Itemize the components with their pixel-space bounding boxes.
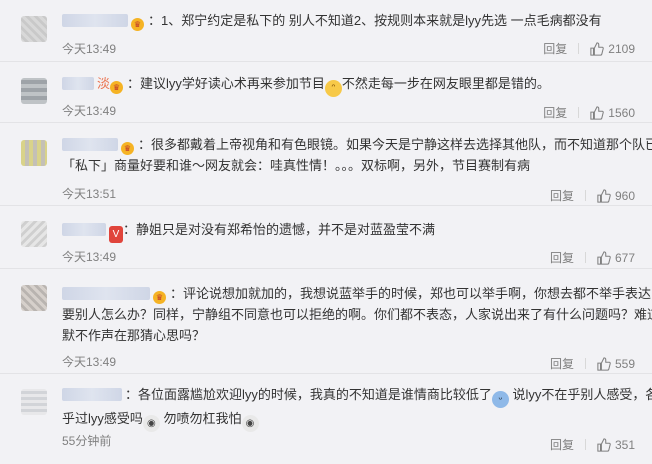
scared-emoji-icon: ◉ (142, 415, 160, 432)
comment-text: V ：静姐只是对没有郑希怡的遗憾，并不是对蓝盈莹不满 (62, 219, 642, 243)
crown-icon: ♛ (153, 291, 166, 304)
divider (584, 358, 586, 369)
thinking-emoji-icon: ᵕ (491, 391, 509, 408)
comment-text: ♛ ：很多都戴着上帝视角和有色眼镜。如果今天是宁静这样去选择其他队，而不知道那个队… (62, 137, 652, 173)
crown-icon: ♛ (131, 18, 144, 31)
divider (578, 107, 580, 118)
thumb-up-icon (597, 356, 611, 371)
timestamp: 今天13:49 (62, 104, 117, 118)
avatar[interactable] (21, 221, 47, 247)
comment-actions: 回复 960 (550, 187, 635, 204)
divider (584, 439, 586, 450)
crown-icon: ♛ (121, 142, 134, 155)
timestamp: 55分钟前 (62, 434, 112, 448)
avatar[interactable] (21, 389, 47, 415)
username[interactable] (62, 77, 94, 90)
timestamp: 今天13:49 (62, 42, 117, 56)
thumb-up-icon (590, 105, 605, 120)
like-button[interactable]: 677 (597, 251, 635, 265)
comment-item: V ：静姐只是对没有郑希怡的遗憾，并不是对蓝盈莹不满 今天13:49 回复 677 (0, 206, 652, 269)
comment-list: ♛ ：1、郑宁约定是私下的 别人不知道2、按规则本来就是lyy先选 一点毛病都没有… (0, 0, 652, 464)
like-button[interactable]: 960 (597, 189, 635, 203)
comment-text: ：各位面露尴尬欢迎lyy的时候，我真的不知道是谁情商比较低了 ᵕ 说lyy不在乎别… (62, 384, 652, 432)
comment-text: ♛ ：1、郑宁约定是私下的 别人不知道2、按规则本来就是lyy先选 一点毛病都没有 (62, 10, 642, 31)
username[interactable] (62, 287, 150, 300)
comment-text: ♛ ：评论说想加就加的，我想说蓝举手的时候，郑也可以举手啊，你想去都不举手表达 要… (62, 286, 652, 343)
comment-item: ♛ ：1、郑宁约定是私下的 别人不知道2、按规则本来就是lyy先选 一点毛病都没有… (0, 0, 652, 62)
like-button[interactable]: 2109 (590, 42, 635, 56)
comment-item: ♛ ：评论说想加就加的，我想说蓝举手的时候，郑也可以举手啊，你想去都不举手表达 要… (0, 269, 652, 374)
comment-actions: 回复 677 (550, 249, 635, 266)
timestamp: 今天13:51 (62, 187, 117, 201)
username[interactable] (62, 14, 128, 27)
like-count: 559 (614, 356, 635, 371)
reply-button[interactable]: 回复 (543, 40, 567, 57)
username[interactable] (62, 138, 118, 151)
thumb-up-icon (597, 437, 611, 452)
comment-actions: 回复 351 (550, 436, 635, 453)
timestamp: 今天13:49 (62, 355, 117, 369)
comment-actions: 回复 2109 (543, 40, 635, 57)
comment-item: ♛ ：很多都戴着上帝视角和有色眼镜。如果今天是宁静这样去选择其他队，而不知道那个队… (0, 123, 652, 206)
reply-button[interactable]: 回复 (543, 104, 567, 121)
like-count: 351 (614, 437, 635, 452)
comment-actions: 回复 1560 (543, 104, 635, 121)
avatar[interactable] (21, 140, 47, 166)
thumb-up-icon (597, 250, 611, 265)
like-button[interactable]: 1560 (590, 106, 635, 120)
thumb-up-icon (597, 188, 611, 203)
avatar[interactable] (21, 285, 47, 311)
comment-text: 淡 ♛ ：建议lyy学好读心术再来参加节目 ᵔ 不然走每一步在网友眼里都是错的。 (62, 73, 642, 97)
thumb-up-icon (590, 41, 605, 56)
divider (584, 190, 586, 201)
like-count: 2109 (608, 41, 635, 56)
badge-icon: V (109, 226, 123, 243)
like-count: 677 (614, 250, 635, 265)
timestamp: 今天13:49 (62, 250, 117, 264)
username[interactable] (62, 388, 122, 401)
like-button[interactable]: 559 (597, 357, 635, 371)
reply-button[interactable]: 回复 (550, 187, 574, 204)
comment-item: ：各位面露尴尬欢迎lyy的时候，我真的不知道是谁情商比较低了 ᵕ 说lyy不在乎别… (0, 374, 652, 464)
divider (584, 252, 586, 263)
sweat-smile-emoji-icon: ᵔ (324, 80, 342, 97)
comment-item: 淡 ♛ ：建议lyy学好读心术再来参加节目 ᵔ 不然走每一步在网友眼里都是错的。 今天1… (0, 62, 652, 123)
comment-actions: 回复 559 (550, 355, 635, 372)
like-button[interactable]: 351 (597, 438, 635, 452)
avatar[interactable] (21, 16, 47, 42)
like-count: 960 (614, 188, 635, 203)
like-count: 1560 (608, 105, 635, 120)
crown-icon: ♛ (110, 81, 124, 94)
avatar[interactable] (21, 78, 47, 104)
scared-emoji-icon: ◉ (241, 415, 259, 432)
divider (578, 43, 580, 54)
reply-button[interactable]: 回复 (550, 355, 574, 372)
reply-button[interactable]: 回复 (550, 436, 574, 453)
username[interactable] (62, 223, 106, 236)
reply-button[interactable]: 回复 (550, 249, 574, 266)
